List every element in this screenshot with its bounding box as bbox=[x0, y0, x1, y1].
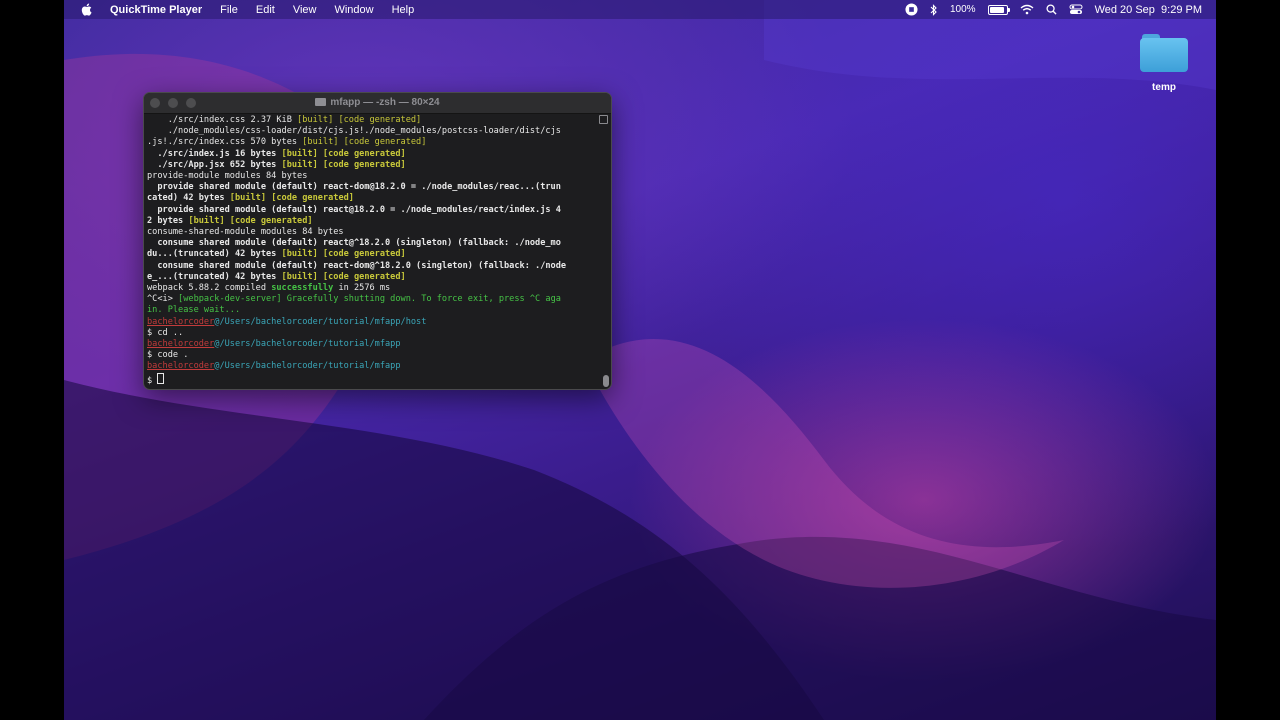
terminal-prompt-line[interactable]: $ bbox=[147, 372, 599, 387]
terminal-line: .js!./src/index.css 570 bytes [built] [c… bbox=[147, 137, 427, 148]
battery-fill bbox=[989, 6, 1004, 13]
terminal-title-text: mfapp — -zsh — 80×24 bbox=[330, 97, 440, 108]
control-center-icon[interactable] bbox=[1069, 4, 1083, 15]
folder-icon bbox=[315, 98, 327, 106]
terminal-line: provide shared module (default) react-do… bbox=[147, 182, 561, 193]
terminal-line: consume shared module (default) react@^1… bbox=[147, 238, 561, 249]
terminal-line: in. Please wait... bbox=[147, 305, 241, 316]
terminal-line: du...(truncated) 42 bytes [built] [code … bbox=[147, 249, 406, 260]
menu-help[interactable]: Help bbox=[392, 4, 415, 16]
terminal-line: bachelorcoder@/Users/bachelorcoder/tutor… bbox=[147, 339, 401, 350]
terminal-scrollbar[interactable] bbox=[599, 115, 609, 387]
menu-app-name[interactable]: QuickTime Player bbox=[110, 4, 202, 16]
menu-clock[interactable]: Wed 20 Sep 9:29 PM bbox=[1095, 4, 1202, 16]
terminal-titlebar[interactable]: mfapp — -zsh — 80×24 bbox=[144, 93, 611, 114]
terminal-line: e_...(truncated) 42 bytes [built] [code … bbox=[147, 271, 406, 282]
battery-percent: 100% bbox=[950, 4, 976, 15]
spotlight-search-icon[interactable] bbox=[1046, 4, 1057, 15]
terminal-line: ./src/App.jsx 652 bytes [built] [code ge… bbox=[147, 159, 406, 170]
scrollbar-top-indicator bbox=[599, 115, 608, 124]
terminal-line: provide shared module (default) react@18… bbox=[147, 204, 561, 215]
terminal-line: ./src/index.css 2.37 KiB [built] [code g… bbox=[147, 115, 422, 125]
scrollbar-thumb[interactable] bbox=[603, 375, 609, 387]
terminal-line: bachelorcoder@/Users/bachelorcoder/tutor… bbox=[147, 361, 401, 372]
terminal-line: consume-shared-module modules 84 bytes bbox=[147, 227, 344, 238]
terminal-line: provide-module modules 84 bytes bbox=[147, 171, 308, 182]
terminal-output[interactable]: ./src/index.css 2.37 KiB [built] [code g… bbox=[147, 115, 599, 389]
folder-icon bbox=[1140, 32, 1188, 72]
battery-icon[interactable] bbox=[987, 4, 1010, 15]
wifi-icon[interactable] bbox=[1020, 4, 1034, 15]
terminal-line: ./src/index.js 16 bytes [built] [code ge… bbox=[147, 148, 406, 159]
screen-recording-stop-icon[interactable] bbox=[905, 3, 918, 16]
terminal-line: 2 bytes [built] [code generated] bbox=[147, 215, 313, 226]
desktop-folder-temp[interactable]: temp bbox=[1140, 32, 1188, 93]
desktop: QuickTime Player File Edit View Window H… bbox=[64, 0, 1216, 720]
menu-view[interactable]: View bbox=[293, 4, 317, 16]
menu-edit[interactable]: Edit bbox=[256, 4, 275, 16]
menu-bar: QuickTime Player File Edit View Window H… bbox=[64, 0, 1216, 19]
menu-window[interactable]: Window bbox=[334, 4, 373, 16]
terminal-line: ./node_modules/css-loader/dist/cjs.js!./… bbox=[147, 126, 561, 137]
terminal-line: ^C<i> [webpack-dev-server] Gracefully sh… bbox=[147, 294, 561, 305]
menu-file[interactable]: File bbox=[220, 4, 238, 16]
terminal-line: webpack 5.88.2 compiled successfully in … bbox=[147, 283, 391, 294]
terminal-title: mfapp — -zsh — 80×24 bbox=[144, 97, 611, 108]
apple-menu-icon[interactable] bbox=[80, 3, 92, 17]
terminal-line: bachelorcoder@/Users/bachelorcoder/tutor… bbox=[147, 316, 427, 327]
terminal-line: cated) 42 bytes [built] [code generated] bbox=[147, 193, 354, 204]
terminal-cursor bbox=[157, 372, 165, 384]
terminal-line: consume shared module (default) react-do… bbox=[147, 260, 567, 271]
bluetooth-icon[interactable] bbox=[930, 3, 938, 16]
terminal-window[interactable]: mfapp — -zsh — 80×24 ./src/index.css 2.3… bbox=[143, 92, 612, 390]
terminal-line: $ cd .. bbox=[147, 327, 184, 338]
folder-label: temp bbox=[1152, 82, 1176, 93]
terminal-line: $ code . bbox=[147, 350, 189, 361]
